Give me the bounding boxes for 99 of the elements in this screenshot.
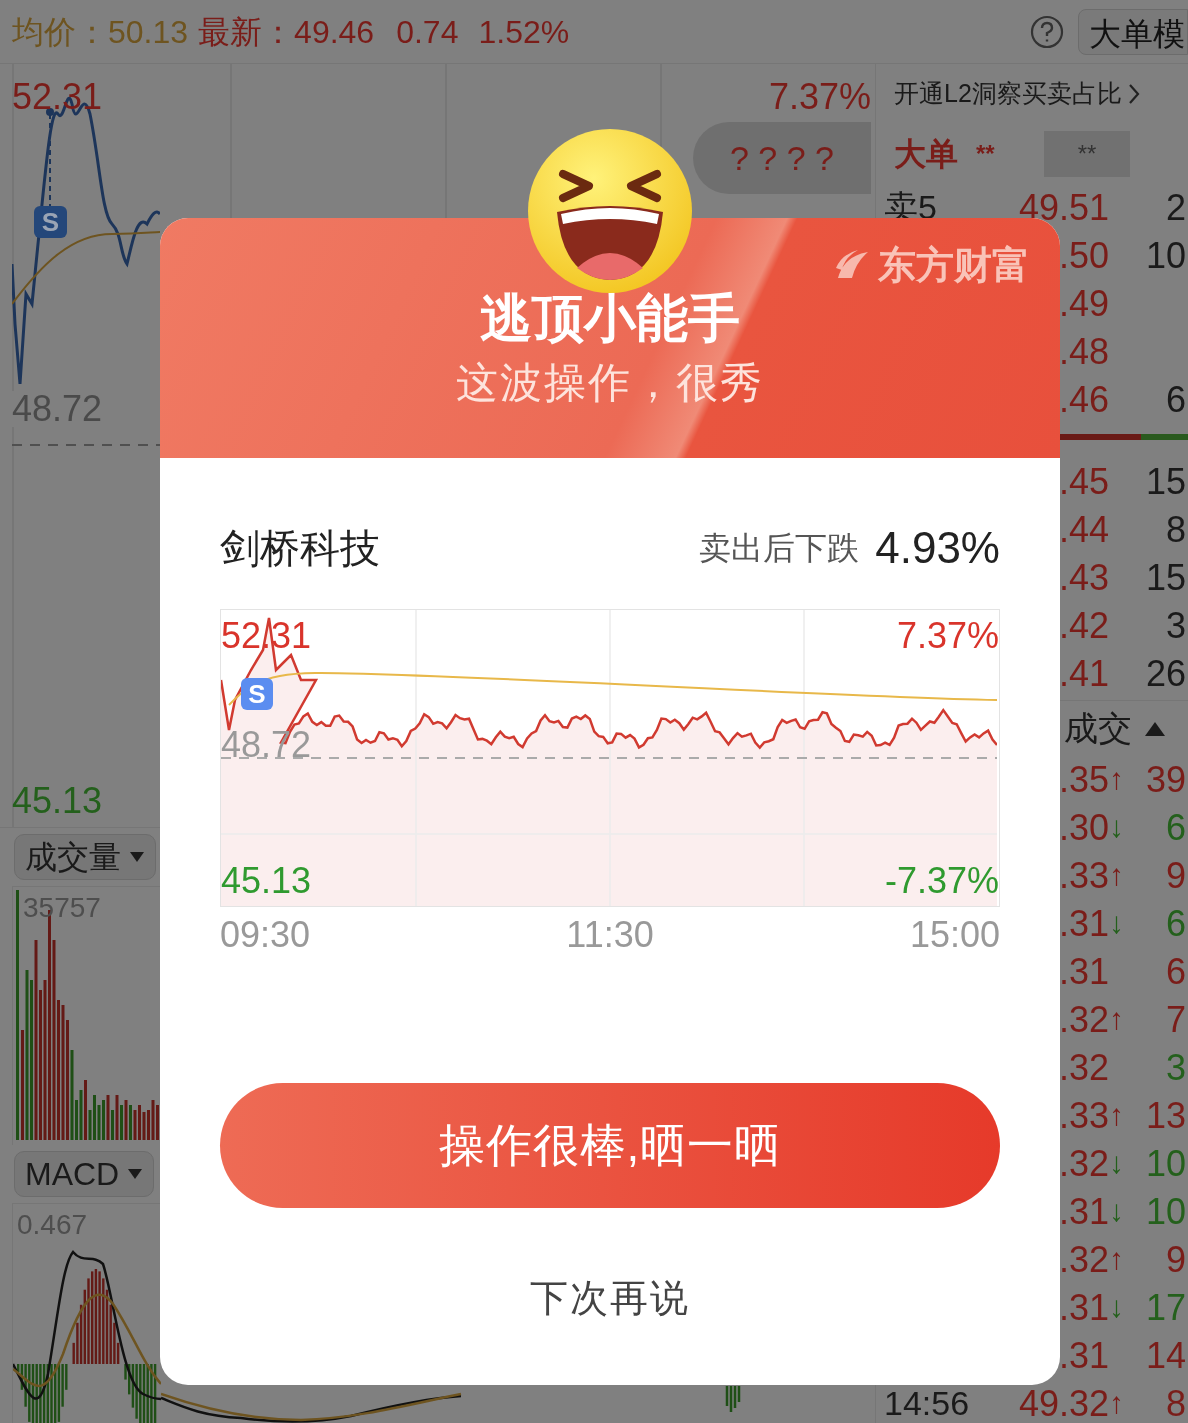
volume-text: 17 (1145, 1290, 1186, 1326)
direction-arrow: ↓ (1109, 1146, 1124, 1179)
price-text: .31 (1058, 954, 1109, 990)
volume-text: 15 (1145, 464, 1186, 500)
latest-label: 最新： (198, 12, 295, 52)
price-text: .49 (1058, 286, 1109, 322)
dialog-subtitle: 这波操作，很秀 (456, 362, 764, 404)
brand-name: 东方财富 (878, 242, 1030, 288)
price-text: .32 (1058, 1242, 1109, 1278)
drop-value: 4.93% (875, 522, 1000, 574)
volume-text: 6 (1165, 810, 1186, 846)
volume-text: 2 (1165, 190, 1186, 226)
price-text: .35 (1058, 762, 1109, 798)
volume-text: 3 (1165, 1050, 1186, 1086)
signal-badge: S (241, 677, 273, 710)
direction-arrow: ↑ (1109, 762, 1124, 795)
signal-badge: S (34, 206, 67, 238)
dismiss-link[interactable]: 下次再说 (530, 1270, 690, 1327)
time-axis-label: 09:30 (220, 917, 311, 953)
chevron-right-icon (1127, 83, 1140, 105)
price-text: .30 (1058, 810, 1109, 846)
price-text: 49.51 (1018, 190, 1109, 226)
volume-text: 39 (1145, 762, 1186, 798)
price-text: .31 (1058, 906, 1109, 942)
volume-text: 14 (1145, 1338, 1186, 1374)
base-price-label: 48.72 (221, 727, 312, 763)
drop-label: 卖出后下跌 (699, 529, 860, 568)
high-percent-label: 7.37% (896, 618, 999, 654)
volume-text: 8 (1165, 512, 1186, 548)
volume-text: 6 (1165, 906, 1186, 942)
price-text: .32 (1058, 1002, 1109, 1038)
volume-text: 13 (1145, 1098, 1186, 1134)
price-text: .41 (1058, 656, 1109, 692)
price-text: .42 (1058, 608, 1109, 644)
volume-max-label: 35757 (23, 892, 101, 923)
big-order-label: 大单 (894, 135, 958, 174)
price-text: 49.32 (1018, 1386, 1109, 1422)
volume-text: 3 (1165, 608, 1186, 644)
low-percent-label: -7.37% (884, 863, 999, 899)
change-value: 0.74 (396, 12, 459, 52)
volume-text: 8 (1165, 1386, 1186, 1422)
price-text: .31 (1058, 1290, 1109, 1326)
volume-selector[interactable]: 成交量 (14, 834, 156, 880)
avg-value: 50.13 (108, 12, 189, 52)
stock-name: 剑桥科技 (220, 525, 380, 572)
price-text: .45 (1058, 464, 1109, 500)
dialog-title: 逃顶小能手 (480, 292, 740, 344)
high-price-label: 52.31 (12, 79, 103, 115)
volume-text: 9 (1165, 858, 1186, 894)
price-text: .46 (1058, 382, 1109, 418)
trade-time: 14:56 (884, 1384, 970, 1422)
caret-icon (127, 1168, 144, 1180)
avg-label: 均价： (12, 12, 108, 52)
price-text: .32 (1058, 1050, 1109, 1086)
direction-arrow: ↓ (1109, 1194, 1124, 1227)
direction-arrow: ↑ (1109, 1242, 1124, 1275)
trades-header[interactable]: 成交 (1064, 703, 1132, 754)
volume-text: 10 (1145, 1194, 1186, 1230)
low-price-label: 45.13 (221, 863, 312, 899)
high-percent-label: 7.37% (768, 79, 871, 115)
volume-text: 10 (1145, 238, 1186, 274)
price-text: .33 (1058, 858, 1109, 894)
direction-arrow: ↓ (1109, 906, 1124, 939)
macd-selector[interactable]: MACD (14, 1151, 155, 1197)
direction-arrow: ↑ (1109, 858, 1124, 891)
low-price-label: 45.13 (12, 783, 103, 819)
price-text: .48 (1058, 334, 1109, 370)
volume-text: 15 (1145, 560, 1186, 596)
price-text: .31 (1058, 1338, 1109, 1374)
price-text: .44 (1058, 512, 1109, 548)
volume-text: 9 (1165, 1242, 1186, 1278)
volume-text: 7 (1165, 1002, 1186, 1038)
price-text: .32 (1058, 1146, 1109, 1182)
help-icon[interactable] (1030, 14, 1064, 49)
direction-arrow: ↓ (1109, 810, 1124, 843)
volume-text: 6 (1165, 954, 1186, 990)
price-text: .43 (1058, 560, 1109, 596)
share-button[interactable]: 操作很棒,晒一晒 (220, 1083, 1000, 1208)
price-text: .31 (1058, 1194, 1109, 1230)
price-text: .33 (1058, 1098, 1109, 1134)
direction-arrow: ↑ (1109, 1386, 1124, 1419)
time-axis-label: 15:00 (909, 917, 1000, 953)
caret-icon (129, 851, 145, 863)
direction-arrow: ↓ (1109, 1290, 1124, 1323)
big-order-ratio: ** (1044, 131, 1130, 177)
latest-value: 49.46 (294, 12, 375, 52)
promo-link[interactable]: 开通L2洞察买卖占比 (894, 75, 1122, 113)
change-percent: 1.52% (478, 12, 570, 52)
masked-value-pill: ? ? ? ? (693, 122, 871, 194)
time-axis-label: 11:30 (566, 917, 654, 953)
sort-up-icon (1144, 720, 1166, 737)
price-text: .50 (1058, 238, 1109, 274)
volume-text: 26 (1145, 656, 1186, 692)
big-order-value: ** (976, 139, 996, 169)
direction-arrow: ↑ (1109, 1002, 1124, 1035)
direction-arrow: ↑ (1109, 1098, 1124, 1131)
volume-text: 6 (1165, 382, 1186, 418)
mode-button[interactable]: 大单模 (1078, 8, 1188, 55)
volume-text: 10 (1145, 1146, 1186, 1182)
